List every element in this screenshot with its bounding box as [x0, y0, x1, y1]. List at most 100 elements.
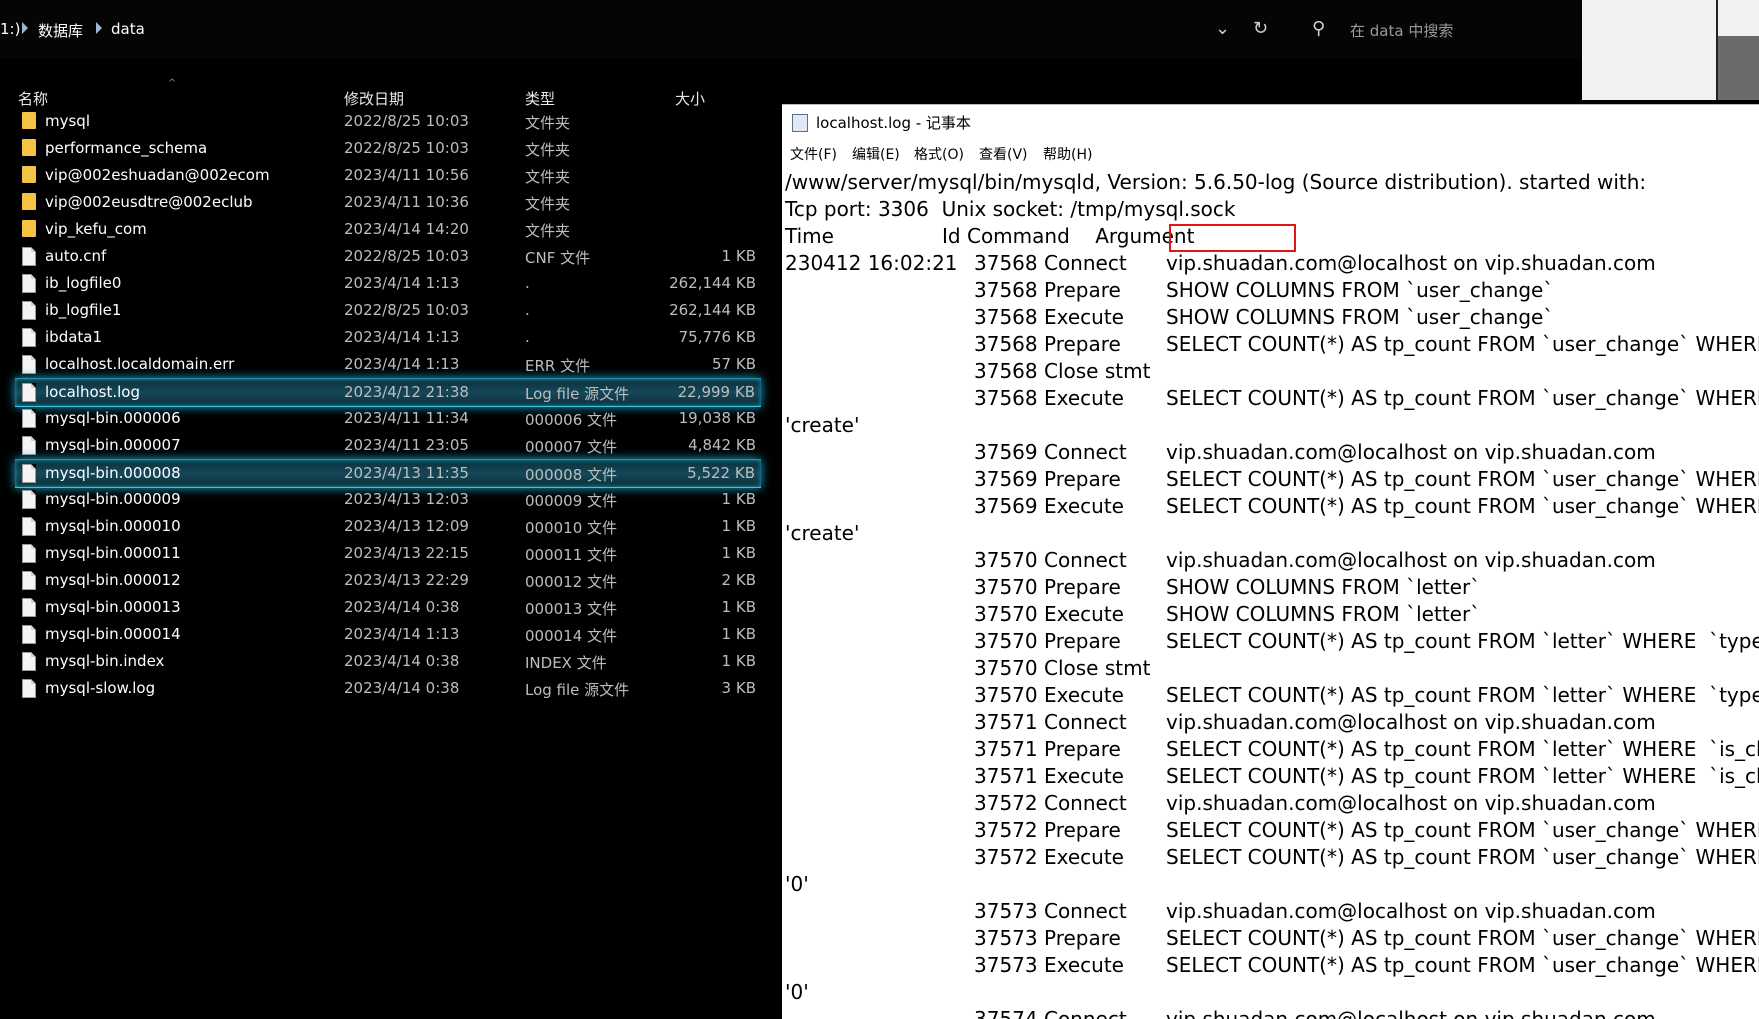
file-row[interactable]: vip@002eshuadan@002ecom 2023/4/11 10:56 文件…: [0, 162, 762, 189]
menu-edit[interactable]: 编辑(E): [852, 144, 900, 164]
file-row[interactable]: mysql-bin.index 2023/4/14 0:38 INDEX 文件 1 K…: [0, 648, 762, 675]
breadcrumb-data[interactable]: data: [111, 20, 145, 38]
file-date: 2023/4/14 0:38: [344, 679, 460, 697]
log-argument: vip.shuadan.com@localhost on vip.shuadan…: [1166, 710, 1656, 734]
file-icon: [22, 301, 36, 320]
log-line: 'create': [785, 413, 860, 437]
log-argument: vip.shuadan.com@localhost on vip.shuadan…: [1166, 899, 1656, 923]
log-argument: vip.shuadan.com@localhost on vip.shuadan…: [1166, 440, 1656, 464]
file-icon: [22, 436, 36, 455]
log-argument: SHOW COLUMNS FROM `letter`: [1166, 575, 1481, 599]
log-command: 37570 Prepare: [974, 629, 1121, 653]
column-header-type[interactable]: 类型: [525, 88, 555, 109]
column-header-date[interactable]: 修改日期: [344, 88, 404, 109]
file-row[interactable]: ibdata1 2023/4/14 1:13. 75,776 KB: [0, 324, 762, 351]
log-command: 37568 Execute: [974, 305, 1124, 329]
file-date: 2022/8/25 10:03: [344, 139, 469, 157]
file-size: 1 KB: [721, 544, 756, 562]
file-row[interactable]: ib_logfile1 2022/8/25 10:03. 262,144 KB: [0, 297, 762, 324]
log-argument: SELECT COUNT(*) AS tp_count FROM `user_c…: [1166, 818, 1759, 842]
menu-bar: 文件(F) 编辑(E) 格式(O) 查看(V) 帮助(H): [782, 138, 1759, 166]
file-row[interactable]: mysql-bin.000011 2023/4/13 22:15 000011 文件…: [0, 540, 762, 567]
log-command: 37568 Close stmt: [974, 359, 1151, 383]
file-date: 2022/8/25 10:03: [344, 247, 469, 265]
folder-icon: [22, 139, 36, 156]
file-type: INDEX 文件: [525, 654, 607, 672]
file-name: mysql-bin.000007: [45, 436, 181, 454]
file-row[interactable]: localhost.localdomain.err 2023/4/14 1:13 E…: [0, 351, 762, 378]
file-size: 19,038 KB: [678, 409, 756, 427]
chevron-down-icon[interactable]: ⌄: [1215, 18, 1230, 39]
log-argument: SELECT COUNT(*) AS tp_count FROM `user_c…: [1166, 332, 1759, 356]
file-row[interactable]: mysql-bin.000014 2023/4/14 1:13 000014 文件 1…: [0, 621, 762, 648]
file-type: ERR 文件: [525, 357, 591, 375]
file-date: 2022/8/25 10:03: [344, 301, 469, 319]
file-name: mysql-bin.000013: [45, 598, 181, 616]
file-name: auto.cnf: [45, 247, 107, 265]
file-date: 2023/4/14 1:13: [344, 355, 460, 373]
file-size: 1 KB: [721, 598, 756, 616]
file-icon: [22, 247, 36, 266]
file-row[interactable]: mysql-bin.000012 2023/4/13 22:29 000012 文件…: [0, 567, 762, 594]
notepad-title-bar[interactable]: localhost.log - 记事本: [782, 104, 1759, 139]
log-command: 37568 Connect: [974, 251, 1127, 275]
menu-format[interactable]: 格式(O): [914, 144, 964, 164]
file-type: Log file 源文件: [525, 385, 630, 403]
file-name: localhost.localdomain.err: [45, 355, 235, 373]
file-row[interactable]: performance_schema 2022/8/25 10:03 文件夹: [0, 135, 762, 162]
log-command: 37571 Connect: [974, 710, 1127, 734]
file-row[interactable]: mysql-bin.000009 2023/4/13 12:03 000009 文件…: [0, 486, 762, 513]
file-row[interactable]: mysql-bin.000013 2023/4/14 0:38 000013 文件 1…: [0, 594, 762, 621]
file-name: ibdata1: [45, 328, 103, 346]
file-row[interactable]: vip@002eusdtre@002eclub 2023/4/11 10:36 文件…: [0, 189, 762, 216]
file-row[interactable]: mysql-bin.000010 2023/4/13 12:09 000010 文件…: [0, 513, 762, 540]
file-row[interactable]: mysql 2022/8/25 10:03 文件夹: [0, 108, 762, 135]
log-time: 230412 16:02:21: [785, 251, 958, 275]
file-name: mysql-bin.000012: [45, 571, 181, 589]
file-icon: [22, 625, 36, 644]
menu-help[interactable]: 帮助(H): [1043, 144, 1092, 164]
file-size: 3 KB: [721, 679, 756, 697]
file-size: 22,999 KB: [677, 383, 755, 401]
column-header-size[interactable]: 大小: [675, 88, 705, 109]
search-input[interactable]: 在 data 中搜索: [1350, 20, 1453, 41]
file-date: 2023/4/13 11:35: [344, 464, 469, 482]
file-row[interactable]: vip_kefu_com 2023/4/14 14:20 文件夹: [0, 216, 762, 243]
file-type: .: [525, 301, 530, 319]
file-type: 文件夹: [525, 141, 571, 159]
menu-file[interactable]: 文件(F): [790, 144, 837, 164]
file-type: 000010 文件: [525, 519, 618, 537]
file-name: performance_schema: [45, 139, 208, 157]
file-type: 文件夹: [525, 195, 571, 213]
file-size: 1 KB: [721, 490, 756, 508]
breadcrumb-drive[interactable]: 1:): [0, 20, 20, 38]
log-line: Time Id Command Argument: [785, 224, 1195, 248]
background-window-thumbnail: [1718, 36, 1759, 100]
menu-view[interactable]: 查看(V): [979, 144, 1028, 164]
notepad-text-area[interactable]: /www/server/mysql/bin/mysqld, Version: 5…: [782, 166, 1759, 1019]
file-icon: [22, 490, 36, 509]
file-row[interactable]: mysql-bin.000006 2023/4/11 11:34 000006 文件…: [0, 405, 762, 432]
file-row[interactable]: ib_logfile0 2023/4/14 1:13. 262,144 KB: [0, 270, 762, 297]
file-row[interactable]: mysql-bin.000008 2023/4/13 11:35 000008 文件…: [15, 459, 761, 488]
file-row[interactable]: auto.cnf 2022/8/25 10:03 CNF 文件 1 KB: [0, 243, 762, 270]
file-name: mysql-bin.index: [45, 652, 165, 670]
file-name: mysql-bin.000006: [45, 409, 181, 427]
log-argument: SHOW COLUMNS FROM `letter`: [1166, 602, 1481, 626]
log-command: 37570 Close stmt: [974, 656, 1151, 680]
file-date: 2023/4/13 12:09: [344, 517, 469, 535]
column-header-name[interactable]: 名称: [18, 88, 48, 109]
file-date: 2023/4/13 22:29: [344, 571, 469, 589]
file-name: mysql: [45, 112, 90, 130]
log-argument: SELECT COUNT(*) AS tp_count FROM `user_c…: [1166, 953, 1759, 977]
refresh-icon[interactable]: ↻: [1253, 18, 1268, 39]
file-row[interactable]: mysql-bin.000007 2023/4/11 23:05 000007 文件…: [0, 432, 762, 459]
file-size: 2 KB: [721, 571, 756, 589]
file-name: localhost.log: [45, 383, 140, 401]
file-row[interactable]: localhost.log 2023/4/12 21:38 Log file 源文件…: [15, 378, 761, 407]
log-argument: vip.shuadan.com@localhost on vip.shuadan…: [1166, 251, 1656, 275]
breadcrumb-database[interactable]: 数据库: [38, 20, 83, 41]
file-icon: [22, 517, 36, 536]
log-command: 37573 Connect: [974, 899, 1127, 923]
file-row[interactable]: mysql-slow.log 2023/4/14 0:38 Log file 源文件…: [0, 675, 762, 702]
